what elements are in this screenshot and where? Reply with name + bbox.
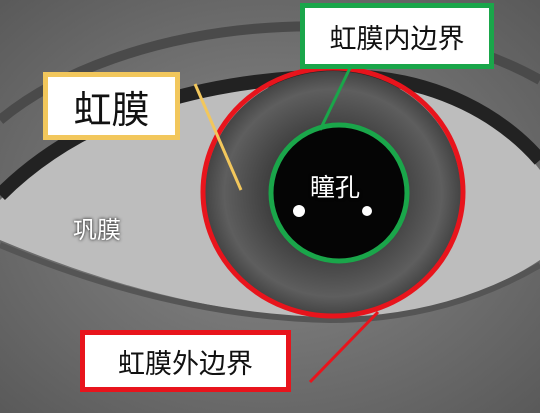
sclera-label: 巩膜 (73, 216, 121, 244)
iris-label-box: 虹膜 (43, 72, 180, 140)
inner-boundary-label-box: 虹膜内边界 (300, 3, 494, 69)
outer-boundary-label-box: 虹膜外边界 (80, 330, 291, 392)
outer-boundary-label: 虹膜外边界 (118, 348, 253, 380)
iris-label: 虹膜 (73, 87, 150, 132)
pupil-label: 瞳孔 (310, 173, 361, 202)
reflection-right (362, 206, 372, 216)
reflection-left (293, 205, 305, 217)
inner-boundary-label: 虹膜内边界 (329, 23, 465, 55)
